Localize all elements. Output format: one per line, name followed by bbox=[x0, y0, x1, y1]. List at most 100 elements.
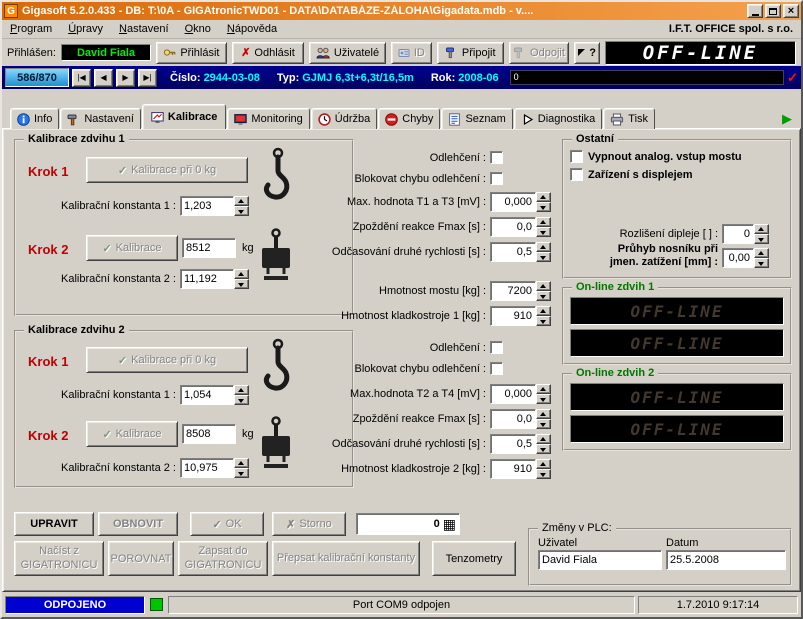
spin-up-icon[interactable] bbox=[536, 192, 551, 202]
nav-first-button[interactable]: |◀ bbox=[72, 69, 91, 87]
nacist-z-gigatronicu-button[interactable]: Načíst z GIGATRONICU bbox=[14, 541, 104, 576]
ok-button[interactable]: ✓ OK bbox=[190, 512, 264, 536]
zapsat-do-gigatronicu-button[interactable]: Zapsat do GIGATRONICU bbox=[178, 541, 268, 576]
id-button[interactable]: ID bbox=[391, 42, 432, 64]
hmotnost-mostu-field[interactable] bbox=[490, 281, 536, 301]
kladkostroj-field-1[interactable] bbox=[490, 306, 536, 326]
spin-down-icon[interactable] bbox=[536, 227, 551, 237]
storno-button[interactable]: ✗ Storno bbox=[272, 512, 346, 536]
tab-chyby[interactable]: Chyby bbox=[378, 108, 440, 129]
spin-up-icon[interactable] bbox=[234, 196, 249, 206]
nav-last-button[interactable]: ▶| bbox=[138, 69, 157, 87]
tab-info[interactable]: Info bbox=[10, 108, 59, 129]
spin-up-icon[interactable] bbox=[536, 384, 551, 394]
kalibrace-button-2[interactable]: ✓ Kalibrace bbox=[86, 421, 178, 447]
spin-up-icon[interactable] bbox=[234, 385, 249, 395]
konstanta1-spinner-1[interactable] bbox=[234, 196, 249, 216]
zpozdeni-spinner-1[interactable] bbox=[536, 217, 551, 237]
spin-up-icon[interactable] bbox=[536, 306, 551, 316]
close-button[interactable]: × bbox=[783, 4, 799, 18]
spin-up-icon[interactable] bbox=[754, 248, 769, 258]
kalibrace-button-1[interactable]: ✓ Kalibrace bbox=[86, 235, 178, 261]
menu-program[interactable]: Program bbox=[2, 20, 60, 38]
konstanta1-spinner-2[interactable] bbox=[234, 385, 249, 405]
konstanta1-field-2[interactable] bbox=[180, 385, 234, 405]
spin-down-icon[interactable] bbox=[536, 316, 551, 326]
odlehceni-checkbox-1[interactable] bbox=[490, 151, 503, 164]
nav-next-button[interactable]: ▶ bbox=[116, 69, 135, 87]
konstanta2-spinner-2[interactable] bbox=[234, 458, 249, 478]
zpozdeni-spinner-2[interactable] bbox=[536, 409, 551, 429]
konstanta2-field-1[interactable] bbox=[180, 269, 234, 289]
spin-up-icon[interactable] bbox=[234, 269, 249, 279]
menu-napoveda[interactable]: Nápověda bbox=[219, 20, 285, 38]
tab-tisk[interactable]: Tisk bbox=[603, 108, 655, 129]
odcasovani-field-2[interactable] bbox=[490, 434, 536, 454]
disconnect-button[interactable]: Odpojit bbox=[509, 42, 570, 64]
konstanta1-field-1[interactable] bbox=[180, 196, 234, 216]
menu-okno[interactable]: Okno bbox=[177, 20, 219, 38]
spin-up-icon[interactable] bbox=[536, 281, 551, 291]
pruhyb-field[interactable] bbox=[722, 248, 754, 268]
odcasovani-field-1[interactable] bbox=[490, 242, 536, 262]
spin-down-icon[interactable] bbox=[234, 279, 249, 289]
run-button[interactable]: ▶ bbox=[779, 109, 795, 129]
kalibrace-0kg-button-1[interactable]: ✓ Kalibrace při 0 kg bbox=[86, 157, 248, 183]
zpozdeni-field-2[interactable] bbox=[490, 409, 536, 429]
tab-diagnostika[interactable]: Diagnostika bbox=[514, 108, 602, 129]
kladkostroj-field-2[interactable] bbox=[490, 459, 536, 479]
tenzometry-button[interactable]: Tenzometry bbox=[432, 541, 516, 576]
max-hodnota-spinner-2[interactable] bbox=[536, 384, 551, 404]
connect-button[interactable]: Připojit bbox=[437, 42, 504, 64]
rozliseni-field[interactable] bbox=[722, 224, 754, 244]
spin-up-icon[interactable] bbox=[754, 224, 769, 234]
spin-down-icon[interactable] bbox=[234, 395, 249, 405]
menu-upravy[interactable]: Úpravy bbox=[60, 20, 111, 38]
spin-up-icon[interactable] bbox=[536, 434, 551, 444]
pruhyb-spinner[interactable] bbox=[754, 248, 769, 268]
obnovit-button[interactable]: OBNOVIT bbox=[98, 512, 178, 536]
spin-down-icon[interactable] bbox=[536, 291, 551, 301]
tab-kalibrace[interactable]: Kalibrace bbox=[142, 104, 227, 129]
spin-down-icon[interactable] bbox=[754, 234, 769, 244]
tab-nastaveni[interactable]: Nastavení bbox=[60, 108, 141, 129]
tab-udrzba[interactable]: Údržba bbox=[311, 108, 377, 129]
max-hodnota-field-1[interactable] bbox=[490, 192, 536, 212]
plc-date-field[interactable] bbox=[666, 550, 786, 570]
spin-down-icon[interactable] bbox=[536, 202, 551, 212]
weight-field-1[interactable] bbox=[182, 238, 236, 258]
vypnout-analog-checkbox[interactable] bbox=[570, 150, 583, 163]
users-button[interactable]: Uživatelé bbox=[309, 42, 385, 64]
kladkostroj-spinner-1[interactable] bbox=[536, 306, 551, 326]
blokovat-checkbox-1[interactable] bbox=[490, 172, 503, 185]
odcasovani-spinner-2[interactable] bbox=[536, 434, 551, 454]
odlehceni-checkbox-2[interactable] bbox=[490, 341, 503, 354]
odcasovani-spinner-1[interactable] bbox=[536, 242, 551, 262]
prepsat-konstanty-button[interactable]: Přepsat kalibrační konstanty bbox=[272, 541, 420, 576]
logout-button[interactable]: ✗ Odhlásit bbox=[232, 42, 305, 64]
konstanta2-spinner-1[interactable] bbox=[234, 269, 249, 289]
max-hodnota-field-2[interactable] bbox=[490, 384, 536, 404]
record-count-field[interactable]: 0 ▦ bbox=[356, 513, 460, 535]
spin-up-icon[interactable] bbox=[536, 217, 551, 227]
help-button[interactable]: ? bbox=[574, 42, 600, 64]
minimize-button[interactable] bbox=[747, 4, 763, 18]
menu-nastaveni[interactable]: Nastavení bbox=[111, 20, 177, 38]
spin-down-icon[interactable] bbox=[234, 206, 249, 216]
upravit-button[interactable]: UPRAVIT bbox=[14, 512, 94, 536]
rozliseni-spinner[interactable] bbox=[754, 224, 769, 244]
spin-down-icon[interactable] bbox=[536, 419, 551, 429]
konstanta2-field-2[interactable] bbox=[180, 458, 234, 478]
blokovat-checkbox-2[interactable] bbox=[490, 362, 503, 375]
kalibrace-0kg-button-2[interactable]: ✓ Kalibrace při 0 kg bbox=[86, 347, 248, 373]
spin-up-icon[interactable] bbox=[234, 458, 249, 468]
spin-down-icon[interactable] bbox=[536, 444, 551, 454]
kladkostroj-spinner-2[interactable] bbox=[536, 459, 551, 479]
max-hodnota-spinner-1[interactable] bbox=[536, 192, 551, 212]
spin-up-icon[interactable] bbox=[536, 242, 551, 252]
tab-seznam[interactable]: Seznam bbox=[441, 108, 512, 129]
spin-down-icon[interactable] bbox=[234, 468, 249, 478]
weight-field-2[interactable] bbox=[182, 424, 236, 444]
maximize-button[interactable] bbox=[765, 4, 781, 18]
spin-down-icon[interactable] bbox=[536, 394, 551, 404]
